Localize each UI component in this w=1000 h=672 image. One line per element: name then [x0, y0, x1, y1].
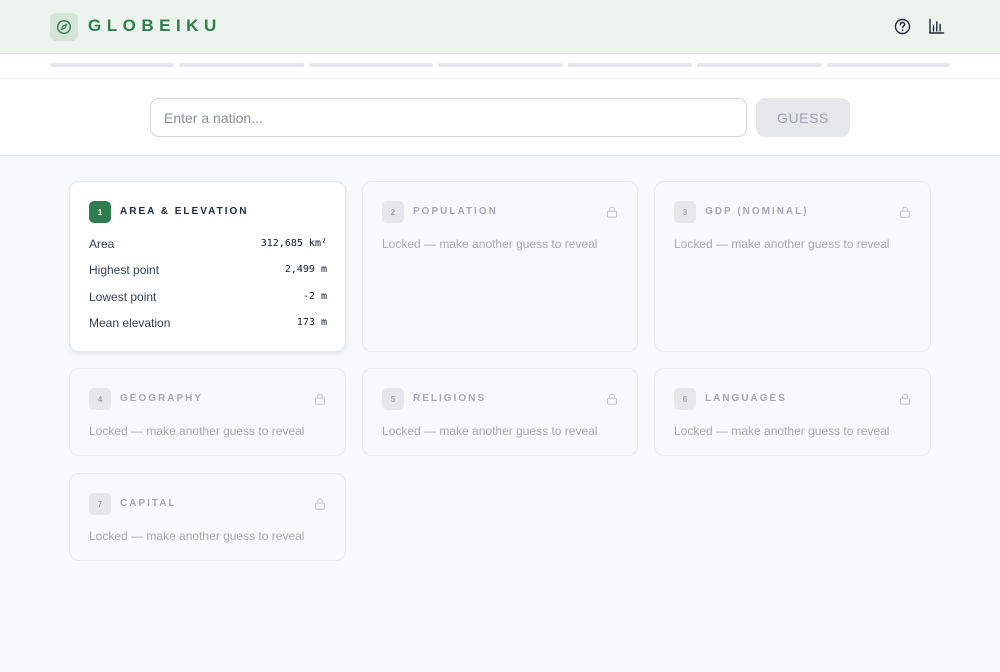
lock-icon [899, 393, 911, 405]
clue-row-mean-elevation: Mean elevation 173 m [89, 316, 327, 332]
lock-icon [899, 206, 911, 218]
row-label: Lowest point [89, 290, 157, 304]
app-header: GLOBEIKU [0, 0, 1000, 54]
help-circle-icon[interactable] [893, 17, 911, 35]
clue-title: RELIGIONS [413, 393, 487, 404]
locked-message: Locked — make another guess to reveal [89, 424, 305, 438]
clue-row-lowest-point: Lowest point -2 m [89, 290, 327, 306]
clue-number-badge: 4 [89, 388, 111, 410]
clue-card-religions: 5 RELIGIONS Locked — make another guess … [362, 368, 638, 456]
progress-segment [50, 63, 174, 67]
clue-title: GEOGRAPHY [120, 393, 204, 404]
clue-number-badge: 1 [89, 201, 111, 223]
lock-icon [606, 206, 618, 218]
progress-segment [438, 63, 563, 67]
clue-title: POPULATION [413, 206, 498, 217]
progress-segment [697, 63, 822, 67]
clue-number-badge: 6 [674, 388, 696, 410]
progress-segment [179, 63, 304, 67]
compass-icon [50, 13, 78, 41]
progress-segment [568, 63, 692, 67]
clue-number-badge: 7 [89, 493, 111, 515]
nation-search-input[interactable] [150, 98, 747, 137]
clue-number-badge: 5 [382, 388, 404, 410]
clue-title: AREA & ELEVATION [120, 206, 249, 217]
progress-segment [827, 63, 950, 67]
brand-title: GLOBEIKU [88, 16, 222, 35]
lock-icon [606, 393, 618, 405]
clue-title: CAPITAL [120, 498, 177, 509]
clue-card-area-elevation: 1 AREA & ELEVATION Area 312,685 km² High… [69, 181, 346, 352]
row-label: Area [89, 237, 115, 251]
row-label: Mean elevation [89, 316, 171, 330]
guess-bar: GUESS [0, 78, 1000, 156]
clue-card-languages: 6 LANGUAGES Locked — make another guess … [654, 368, 931, 456]
row-label: Highest point [89, 263, 160, 277]
clue-card-capital: 7 CAPITAL Locked — make another guess to… [69, 473, 346, 561]
guess-progress-bar [0, 55, 1000, 78]
clue-row-area: Area 312,685 km² [89, 237, 327, 253]
locked-message: Locked — make another guess to reveal [89, 529, 305, 543]
progress-segment [309, 63, 433, 67]
clue-title: LANGUAGES [705, 393, 787, 404]
locked-message: Locked — make another guess to reveal [382, 424, 598, 438]
row-value: -2 m [302, 291, 327, 302]
locked-message: Locked — make another guess to reveal [674, 424, 890, 438]
clue-number-badge: 3 [674, 201, 696, 223]
clue-row-highest-point: Highest point 2,499 m [89, 263, 327, 279]
clue-title: GDP (NOMINAL) [705, 206, 809, 217]
row-value: 312,685 km² [260, 238, 327, 249]
row-value: 173 m [296, 317, 327, 328]
guess-button[interactable]: GUESS [756, 98, 850, 137]
clue-card-geography: 4 GEOGRAPHY Locked — make another guess … [69, 368, 346, 456]
row-value: 2,499 m [284, 264, 327, 275]
clue-card-gdp: 3 GDP (NOMINAL) Locked — make another gu… [654, 181, 931, 352]
locked-message: Locked — make another guess to reveal [382, 237, 598, 251]
bar-chart-icon[interactable] [927, 17, 945, 35]
clue-number-badge: 2 [382, 201, 404, 223]
lock-icon [314, 498, 326, 510]
locked-message: Locked — make another guess to reveal [674, 237, 890, 251]
clue-card-population: 2 POPULATION Locked — make another guess… [362, 181, 638, 352]
lock-icon [314, 393, 326, 405]
